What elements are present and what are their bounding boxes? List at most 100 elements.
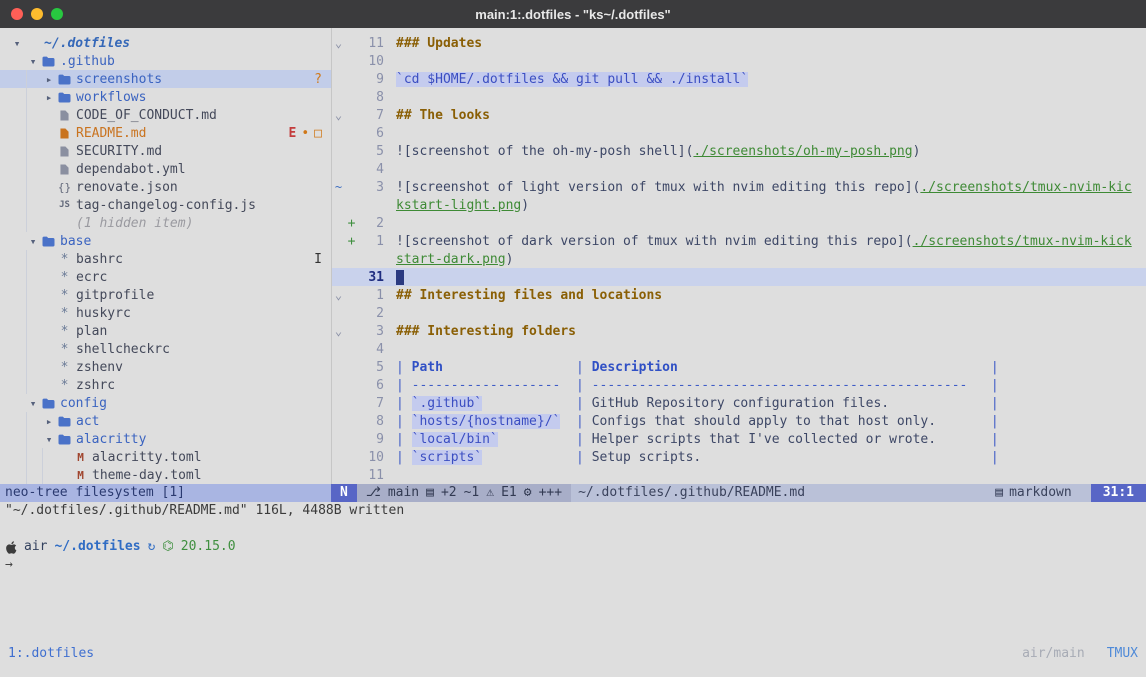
zoom-button[interactable] xyxy=(51,8,63,20)
editor-line[interactable]: ⌄7## The looks xyxy=(332,106,1146,124)
editor-line[interactable]: ⌄1## Interesting files and locations xyxy=(332,286,1146,304)
editor-line[interactable]: 7| `.github` | GitHub Repository configu… xyxy=(332,394,1146,412)
tree-item-bashrc[interactable]: *bashrcI xyxy=(0,250,331,268)
tree-item-label: SECURITY.md xyxy=(76,144,162,159)
editor-line[interactable]: 8 xyxy=(332,88,1146,106)
text-segment: | xyxy=(983,414,999,429)
text-segment: Helper scripts that I've collected or wr… xyxy=(592,432,936,447)
tree-item-config[interactable]: ▾config xyxy=(0,394,331,412)
editor-line[interactable]: 5![screenshot of the oh-my-posh shell](.… xyxy=(332,142,1146,160)
editor-panel[interactable]: ⌄11### Updates109`cd $HOME/.dotfiles && … xyxy=(331,28,1146,484)
editor-line[interactable]: kstart-light.png) xyxy=(332,196,1146,214)
editor-line[interactable]: ⌄11### Updates xyxy=(332,34,1146,52)
star-icon: * xyxy=(56,270,73,285)
editor-line[interactable]: 9| `local/bin` | Helper scripts that I'v… xyxy=(332,430,1146,448)
tree-item-gitprofile[interactable]: *gitprofile xyxy=(0,286,331,304)
tree-item-readme-md[interactable]: README.mdE•□ xyxy=(0,124,331,142)
editor-line[interactable]: 4 xyxy=(332,340,1146,358)
branch-icon: ⎇ xyxy=(366,484,381,502)
chevron-down-icon[interactable]: ▾ xyxy=(26,235,40,248)
editor-line[interactable]: 11 xyxy=(332,466,1146,484)
editor-line[interactable]: start-dark.png) xyxy=(332,250,1146,268)
chevron-down-icon[interactable]: ▾ xyxy=(42,433,56,446)
line-text: ![screenshot of dark version of tmux wit… xyxy=(384,234,1132,249)
tree-item-alacritty[interactable]: ▾alacritty xyxy=(0,430,331,448)
tmux-window-tab[interactable]: 1:.dotfiles xyxy=(8,645,94,663)
text-segment xyxy=(936,414,983,429)
tree-item-renovate-json[interactable]: {}renovate.json xyxy=(0,178,331,196)
neo-tree-panel[interactable]: ▾~/.dotfiles▾.github▸screenshots?▸workfl… xyxy=(0,28,331,484)
js-icon: JS xyxy=(56,200,73,210)
line-number: 2 xyxy=(358,306,384,321)
text-segment: ### Interesting folders xyxy=(396,324,576,339)
line-text xyxy=(384,270,404,285)
folder-icon xyxy=(40,236,57,247)
minimize-button[interactable] xyxy=(31,8,43,20)
chevron-down-icon[interactable]: ▾ xyxy=(10,37,24,50)
tree-item-code-of-conduct-md[interactable]: CODE_OF_CONDUCT.md xyxy=(0,106,331,124)
text-segment: ./screenshots/tmux-nvim-kick xyxy=(913,234,1132,249)
editor-line[interactable]: 4 xyxy=(332,160,1146,178)
editor-line[interactable]: ⌄3### Interesting folders xyxy=(332,322,1146,340)
diagnostics-errors: E1 xyxy=(501,484,517,502)
node-icon: ⌬ xyxy=(162,538,173,556)
indent-guide xyxy=(10,142,26,160)
tree-item-dependabot-yml[interactable]: dependabot.yml xyxy=(0,160,331,178)
doc-icon xyxy=(56,128,73,139)
text-segment: ## Interesting files and locations xyxy=(396,288,662,303)
editor-line[interactable]: 10| `scripts` | Setup scripts. | xyxy=(332,448,1146,466)
editor-line[interactable]: +2 xyxy=(332,214,1146,232)
editor-line[interactable]: 10 xyxy=(332,52,1146,70)
chevron-right-icon[interactable]: ▸ xyxy=(42,73,56,86)
tree-item-huskyrc[interactable]: *huskyrc xyxy=(0,304,331,322)
editor-line[interactable]: 6| ------------------- | ---------------… xyxy=(332,376,1146,394)
tree-item-label: ecrc xyxy=(76,270,107,285)
chevron-right-icon[interactable]: ▸ xyxy=(42,91,56,104)
chevron-down-icon[interactable]: ▾ xyxy=(26,55,40,68)
tree-item-act[interactable]: ▸act xyxy=(0,412,331,430)
doc-icon xyxy=(56,164,73,175)
editor-line[interactable]: 5| Path | Description | xyxy=(332,358,1146,376)
editor-line[interactable]: +1![screenshot of dark version of tmux w… xyxy=(332,232,1146,250)
editor-line-current[interactable]: 31 xyxy=(332,268,1146,286)
git-status-marks: I xyxy=(314,252,331,267)
statusline: neo-tree filesystem [1] N ⎇main▤+2~1⚠E1⚙… xyxy=(0,484,1146,502)
line-text: ### Updates xyxy=(384,36,482,51)
editor-line[interactable]: 6 xyxy=(332,124,1146,142)
tree-item-shellcheckrc[interactable]: *shellcheckrc xyxy=(0,340,331,358)
tree-item-screenshots[interactable]: ▸screenshots? xyxy=(0,70,331,88)
editor-line[interactable]: ~3![screenshot of light version of tmux … xyxy=(332,178,1146,196)
editor-line[interactable]: 2 xyxy=(332,304,1146,322)
tree-item-1-hidden-item[interactable]: (1 hidden item) xyxy=(0,214,331,232)
tree-item-workflows[interactable]: ▸ workflows xyxy=(0,88,331,106)
doc-icon xyxy=(56,146,73,157)
tree-item-plan[interactable]: *plan xyxy=(0,322,331,340)
tree-item-alacritty-toml[interactable]: Malacritty.toml xyxy=(0,448,331,466)
tree-item-zshenv[interactable]: *zshenv xyxy=(0,358,331,376)
close-button[interactable] xyxy=(11,8,23,20)
tree-item-label: workflows xyxy=(76,90,146,105)
tree-item-github[interactable]: ▾.github xyxy=(0,52,331,70)
git-sign-changed: ~ xyxy=(332,180,345,194)
indent-guide xyxy=(26,178,42,196)
editor-line[interactable]: 9`cd $HOME/.dotfiles && git pull && ./in… xyxy=(332,70,1146,88)
tree-item-security-md[interactable]: SECURITY.md xyxy=(0,142,331,160)
status-mark: ? xyxy=(314,72,322,87)
indent-guide xyxy=(10,466,26,484)
line-text: ### Interesting folders xyxy=(384,324,576,339)
shell-pane[interactable]: air ~/.dotfiles ↻ ⌬ 20.15.0 → xyxy=(0,520,1146,574)
tree-item-ecrc[interactable]: *ecrc xyxy=(0,268,331,286)
tree-item-base[interactable]: ▾base xyxy=(0,232,331,250)
prompt-arrow-icon: → xyxy=(5,556,1146,574)
editor-line[interactable]: 8| `hosts/{hostname}/` | Configs that sh… xyxy=(332,412,1146,430)
line-number: 3 xyxy=(358,180,384,195)
chevron-right-icon[interactable]: ▸ xyxy=(42,415,56,428)
indent-guide xyxy=(42,448,58,466)
text-segment: `local/bin` xyxy=(412,432,498,447)
indent-guide xyxy=(10,340,26,358)
tree-item-theme-day-toml[interactable]: Mtheme-day.toml xyxy=(0,466,331,484)
chevron-down-icon[interactable]: ▾ xyxy=(26,397,40,410)
tree-item-dotfiles[interactable]: ▾~/.dotfiles xyxy=(0,34,331,52)
tree-item-zshrc[interactable]: *zshrc xyxy=(0,376,331,394)
tree-item-tag-changelog-config-js[interactable]: JStag-changelog-config.js xyxy=(0,196,331,214)
